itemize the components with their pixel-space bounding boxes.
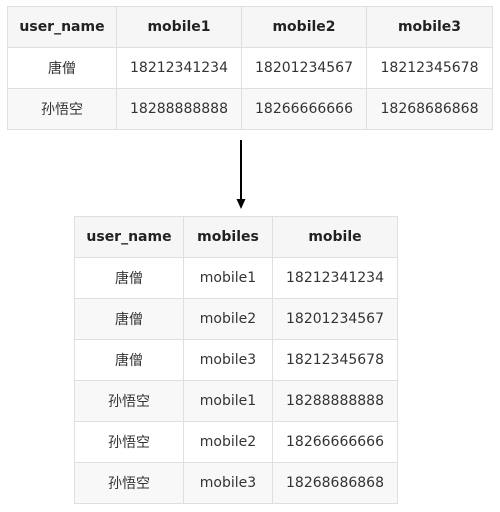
table-cell: 唐僧 — [7, 47, 117, 89]
table-cell: 18288888888 — [272, 380, 398, 422]
table-row: 孙悟空 mobile3 18268686868 — [74, 462, 398, 504]
column-header: mobile3 — [366, 6, 493, 48]
table-cell: 18266666666 — [241, 88, 367, 130]
table-cell: mobile3 — [183, 339, 273, 381]
table-row: 唐僧 mobile2 18201234567 — [74, 298, 398, 340]
table-cell: 唐僧 — [74, 257, 184, 299]
table-cell: 18212345678 — [272, 339, 398, 381]
table-row: 孙悟空 mobile2 18266666666 — [74, 421, 398, 463]
arrow-down-icon — [236, 140, 246, 209]
source-table: user_name mobile1 mobile2 mobile3 唐僧 182… — [7, 6, 493, 130]
table-cell: 孙悟空 — [7, 88, 117, 130]
table-row: 唐僧 mobile3 18212345678 — [74, 339, 398, 381]
table-cell: mobile1 — [183, 257, 273, 299]
table-cell: 18288888888 — [116, 88, 242, 130]
column-header: mobile — [272, 216, 398, 258]
table-cell: 孙悟空 — [74, 462, 184, 504]
column-header: mobile2 — [241, 6, 367, 48]
table-cell: 18201234567 — [272, 298, 398, 340]
table-row: 孙悟空 mobile1 18288888888 — [74, 380, 398, 422]
header-row: user_name mobiles mobile — [74, 216, 398, 258]
table-cell: 唐僧 — [74, 339, 184, 381]
table-cell: 孙悟空 — [74, 380, 184, 422]
table-cell: 18268686868 — [366, 88, 493, 130]
table-row: 孙悟空 18288888888 18266666666 18268686868 — [7, 88, 493, 130]
table-cell: 18212345678 — [366, 47, 493, 89]
table-row: 唐僧 mobile1 18212341234 — [74, 257, 398, 299]
table-cell: 唐僧 — [74, 298, 184, 340]
table-cell: 18266666666 — [272, 421, 398, 463]
table-cell: mobile2 — [183, 421, 273, 463]
table-cell: 18268686868 — [272, 462, 398, 504]
table-cell: 18212341234 — [116, 47, 242, 89]
column-header: user_name — [7, 6, 117, 48]
table-cell: 孙悟空 — [74, 421, 184, 463]
column-header: mobiles — [183, 216, 273, 258]
table-row: 唐僧 18212341234 18201234567 18212345678 — [7, 47, 493, 89]
column-header: mobile1 — [116, 6, 242, 48]
table-cell: mobile1 — [183, 380, 273, 422]
table-cell: mobile2 — [183, 298, 273, 340]
table-cell: 18212341234 — [272, 257, 398, 299]
column-header: user_name — [74, 216, 184, 258]
table-cell: mobile3 — [183, 462, 273, 504]
table-cell: 18201234567 — [241, 47, 367, 89]
result-table: user_name mobiles mobile 唐僧 mobile1 1821… — [74, 216, 398, 504]
header-row: user_name mobile1 mobile2 mobile3 — [7, 6, 493, 48]
